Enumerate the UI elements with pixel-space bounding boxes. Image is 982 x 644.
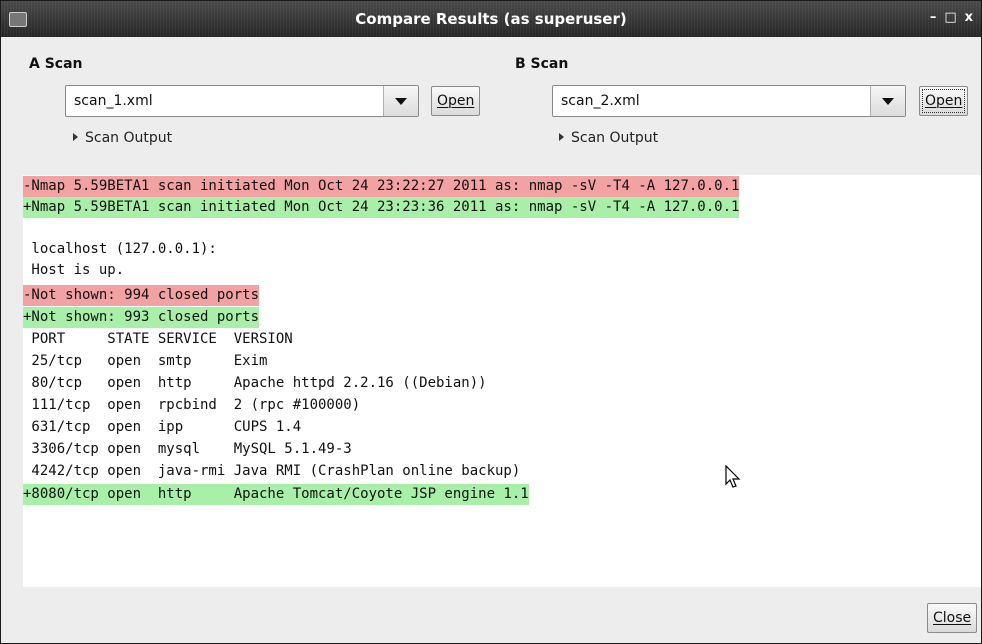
- diff-line-context: PORT STATE SERVICE VERSION: [23, 331, 293, 347]
- mouse-pointer-icon: [725, 464, 741, 493]
- window-title: Compare Results (as superuser): [355, 10, 627, 28]
- diff-line-context: 4242/tcp open java-rmi Java RMI (CrashPl…: [23, 463, 521, 479]
- b-scan-output-label: Scan Output: [571, 130, 659, 146]
- b-scan-file-value: scan_2.xml: [561, 93, 640, 109]
- close-window-icon[interactable]: x: [965, 10, 981, 25]
- diff-line-added: +Not shown: 993 closed ports: [23, 307, 260, 328]
- diff-line-context: localhost (127.0.0.1):: [23, 241, 217, 257]
- a-scan-file-combo[interactable]: scan_1.xml: [65, 85, 419, 117]
- diff-line-context: 3306/tcp open mysql MySQL 5.1.49-3: [23, 441, 352, 457]
- b-scan-dropdown-arrow-icon[interactable]: [870, 86, 905, 116]
- a-scan-file-value: scan_1.xml: [74, 93, 153, 109]
- diff-line-removed: -Not shown: 994 closed ports: [23, 285, 260, 306]
- diff-line-removed: -Nmap 5.59BETA1 scan initiated Mon Oct 2…: [23, 176, 740, 197]
- expander-triangle-icon: [73, 133, 78, 141]
- window-controls: –□x: [930, 10, 981, 25]
- expander-triangle-icon: [559, 133, 564, 141]
- diff-line-context: Host is up.: [23, 262, 125, 278]
- close-button[interactable]: Close: [927, 603, 978, 633]
- diff-line-context: 111/tcp open rpcbind 2 (rpc #100000): [23, 397, 361, 413]
- b-scan-file-combo[interactable]: scan_2.xml: [552, 85, 906, 117]
- b-scan-label: B Scan: [515, 56, 569, 72]
- b-scan-output-expander[interactable]: Scan Output: [559, 130, 658, 146]
- diff-line-context: 25/tcp open smtp Exim: [23, 353, 268, 369]
- a-scan-dropdown-arrow-icon[interactable]: [383, 86, 418, 116]
- diff-output-area[interactable]: -Nmap 5.59BETA1 scan initiated Mon Oct 2…: [23, 175, 981, 587]
- title-bar[interactable]: Compare Results (as superuser) –□x: [1, 1, 981, 37]
- diff-line-context: 80/tcp open http Apache httpd 2.2.16 ((D…: [23, 375, 487, 391]
- a-scan-output-label: Scan Output: [85, 130, 173, 146]
- diff-line-context: 631/tcp open ipp CUPS 1.4: [23, 419, 302, 435]
- diff-line-added: +Nmap 5.59BETA1 scan initiated Mon Oct 2…: [23, 197, 740, 218]
- a-scan-open-button[interactable]: Open: [431, 86, 481, 116]
- a-scan-label: A Scan: [29, 56, 83, 72]
- compare-results-window: Compare Results (as superuser) –□x A Sca…: [0, 0, 982, 644]
- diff-line-added: +8080/tcp open http Apache Tomcat/Coyote…: [23, 484, 529, 505]
- b-scan-open-button[interactable]: Open: [919, 86, 969, 116]
- minimize-icon[interactable]: –: [930, 10, 945, 25]
- a-scan-output-expander[interactable]: Scan Output: [73, 130, 172, 146]
- maximize-icon[interactable]: □: [944, 10, 964, 25]
